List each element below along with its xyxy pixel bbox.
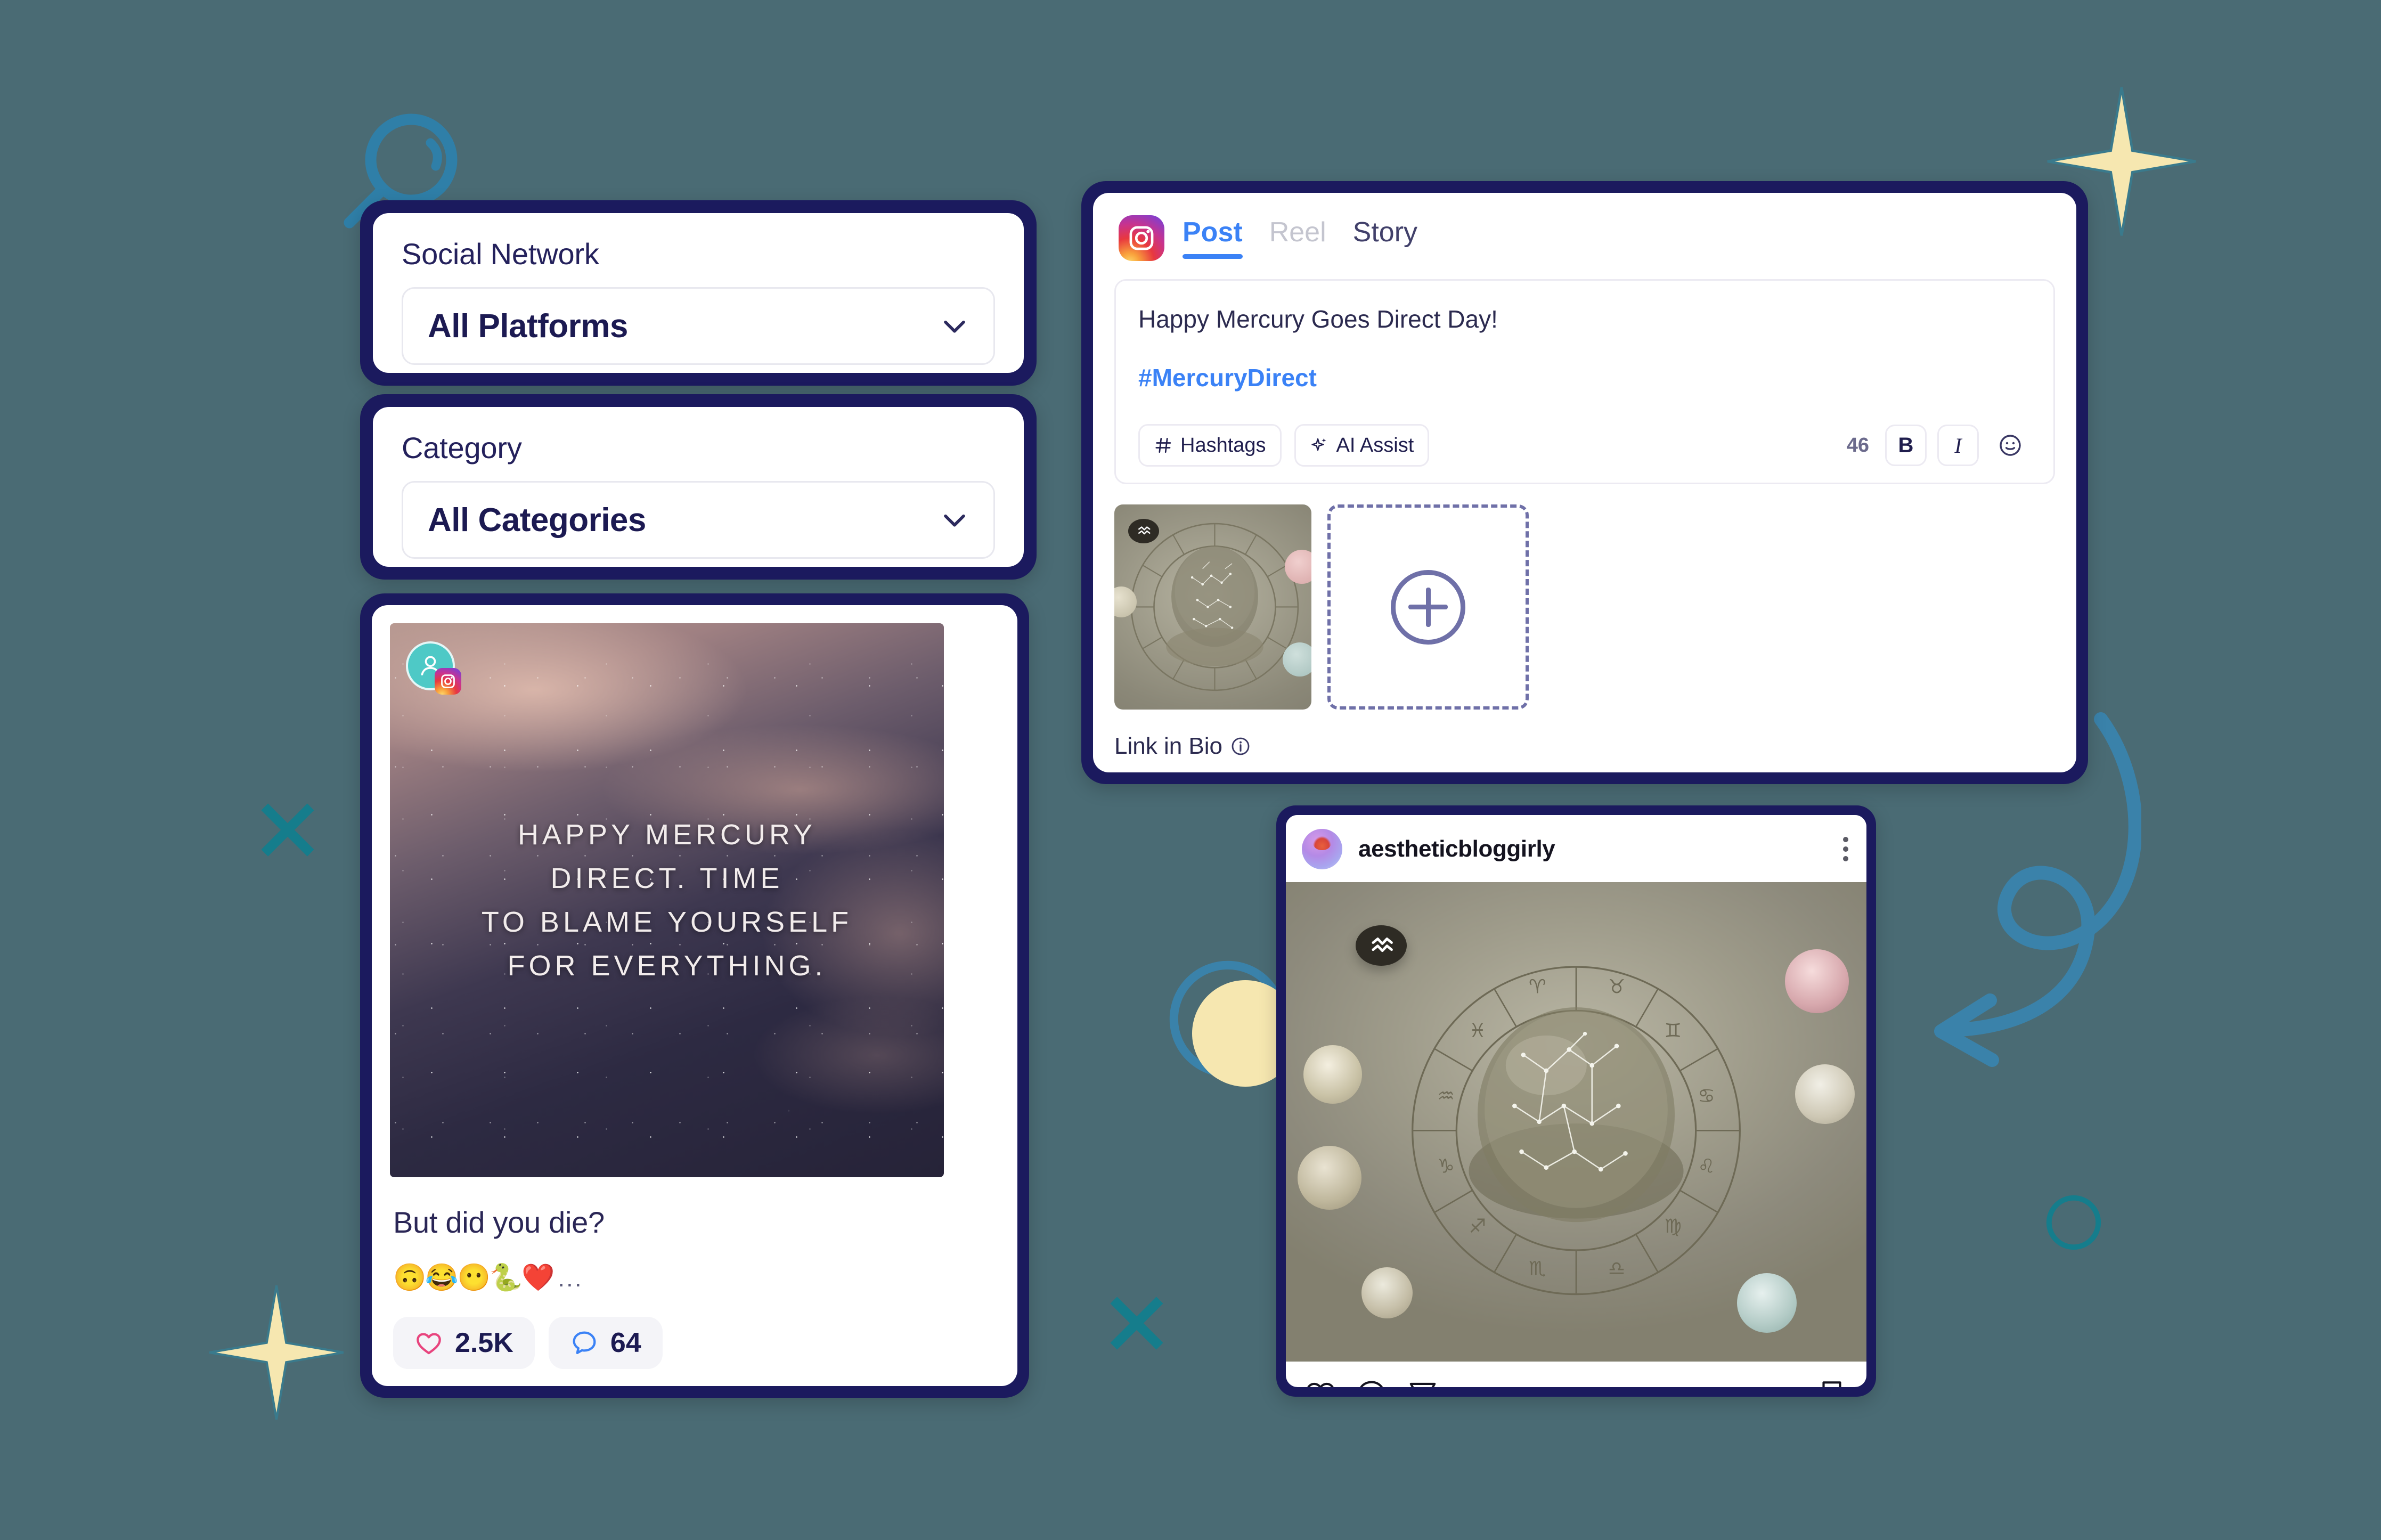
category-value: All Categories xyxy=(428,501,646,539)
x-mark-left xyxy=(261,803,314,857)
comment-bubble-icon xyxy=(573,1331,596,1355)
tab-story[interactable]: Story xyxy=(1353,216,1417,259)
social-network-select[interactable]: All Platforms xyxy=(402,287,995,365)
sparkle-icon xyxy=(1311,438,1326,451)
tab-story-label: Story xyxy=(1352,217,1418,248)
post-preview-image: HAPPY MERCURY DIRECT. TIME TO BLAME YOUR… xyxy=(390,623,944,1177)
social-network-value: All Platforms xyxy=(428,307,628,345)
tab-reel[interactable]: Reel xyxy=(1269,216,1326,259)
candle-decoration xyxy=(1297,1146,1361,1210)
svg-text:♓: ♓ xyxy=(1469,1019,1487,1042)
candle-decoration xyxy=(1303,1045,1362,1104)
post-image-quote: HAPPY MERCURY DIRECT. TIME TO BLAME YOUR… xyxy=(481,818,853,982)
editor-toolbar: Hashtags AI Assist 46 B I xyxy=(1138,392,2031,467)
aquarius-glyph-icon xyxy=(1138,526,1151,535)
character-count: 46 xyxy=(1846,434,1869,457)
kebab-menu-icon[interactable] xyxy=(1843,837,1848,861)
svg-text:♉: ♉ xyxy=(1608,975,1626,998)
info-icon[interactable] xyxy=(1230,736,1251,757)
chevron-down-icon xyxy=(944,320,965,333)
svg-text:♐: ♐ xyxy=(1469,1215,1487,1237)
svg-text:♏: ♏ xyxy=(1529,1257,1546,1280)
svg-text:♈: ♈ xyxy=(1529,975,1546,998)
svg-text:♑: ♑ xyxy=(1437,1155,1455,1178)
comment-count-pill[interactable]: 64 xyxy=(548,1317,663,1369)
bold-button-label: B xyxy=(1898,433,1914,457)
category-select[interactable]: All Categories xyxy=(402,481,995,559)
instagram-badge-icon xyxy=(435,668,461,695)
instagram-post-actions xyxy=(1286,1362,1866,1387)
avatar xyxy=(406,641,461,695)
svg-text:♒: ♒ xyxy=(1437,1084,1455,1107)
italic-button-label: I xyxy=(1954,433,1962,458)
hash-icon xyxy=(1155,438,1171,453)
plus-circle-icon xyxy=(1391,569,1465,645)
instagram-username: aestheticbloggirly xyxy=(1358,836,1555,862)
post-composer-panel: Post Reel Story Happy Mercury Goes Direc… xyxy=(1081,181,2088,784)
svg-text:♌: ♌ xyxy=(1698,1155,1715,1178)
add-media-button[interactable] xyxy=(1327,504,1529,710)
social-network-filter-card: Social Network All Platforms xyxy=(360,200,1037,386)
svg-text:♎: ♎ xyxy=(1608,1257,1626,1280)
page-root: Social Network All Platforms Category Al… xyxy=(0,0,2381,1540)
hashtags-button[interactable]: Hashtags xyxy=(1138,424,1282,467)
bold-button[interactable]: B xyxy=(1885,425,1927,466)
post-preview-card: HAPPY MERCURY DIRECT. TIME TO BLAME YOUR… xyxy=(360,593,1029,1398)
reaction-emojis: 🙃😂😶🐍❤️ xyxy=(393,1262,555,1292)
blue-ring xyxy=(1169,960,1286,1078)
hashtags-button-label: Hashtags xyxy=(1180,434,1266,457)
like-count-pill[interactable]: 2.5K xyxy=(393,1317,535,1369)
category-filter-card: Category All Categories xyxy=(360,394,1037,580)
candle-decoration xyxy=(1795,1064,1855,1124)
candle-decoration xyxy=(1737,1273,1797,1333)
comment-count: 64 xyxy=(610,1327,641,1358)
composer-media-row xyxy=(1114,504,2055,710)
sparkle-star-bottom-left xyxy=(209,1285,344,1420)
caption-editor[interactable]: Happy Mercury Goes Direct Day! #MercuryD… xyxy=(1114,279,2055,484)
caption-hashtag: #MercuryDirect xyxy=(1138,364,1317,392)
like-count: 2.5K xyxy=(455,1327,513,1358)
tab-post-label: Post xyxy=(1183,217,1243,248)
emoji-button[interactable] xyxy=(1989,425,2031,466)
link-in-bio-label-row: Link in Bio xyxy=(1114,733,2055,760)
heart-icon xyxy=(417,1333,441,1355)
post-preview-stats: 2.5K 64 xyxy=(393,1317,996,1369)
italic-button[interactable]: I xyxy=(1937,425,1979,466)
ai-assist-button[interactable]: AI Assist xyxy=(1294,424,1430,467)
svg-text:♋: ♋ xyxy=(1698,1084,1715,1107)
svg-text:♍: ♍ xyxy=(1664,1215,1682,1237)
bookmark-outline-icon[interactable] xyxy=(1815,1378,1848,1387)
instagram-logo-icon xyxy=(1119,215,1164,261)
media-thumbnail[interactable] xyxy=(1114,504,1311,710)
candle-decoration xyxy=(1785,949,1849,1013)
comment-outline-icon[interactable] xyxy=(1355,1378,1388,1387)
composer-header: Post Reel Story xyxy=(1114,211,2055,261)
ai-assist-button-label: AI Assist xyxy=(1336,434,1414,457)
post-preview-reactions: 🙃😂😶🐍❤️ ... xyxy=(393,1262,996,1293)
svg-text:♊: ♊ xyxy=(1664,1019,1682,1042)
post-preview-caption: But did you die? xyxy=(393,1205,605,1239)
caption-text: Happy Mercury Goes Direct Day! xyxy=(1138,305,1498,333)
smiley-icon xyxy=(2000,435,2021,456)
heart-outline-icon[interactable] xyxy=(1304,1378,1337,1387)
chevron-down-icon xyxy=(944,514,965,527)
tab-post[interactable]: Post xyxy=(1183,216,1243,259)
instagram-post-header: aestheticbloggirly xyxy=(1286,815,1866,882)
paper-plane-icon[interactable] xyxy=(1406,1378,1439,1387)
instagram-post-photo: ♉ ♊ ♋ ♌ ♍ ♎ ♏ ♐ ♑ ♒ ♓ ♈ xyxy=(1286,882,1866,1362)
teal-circle-outline xyxy=(2046,1195,2101,1250)
link-in-bio-label: Link in Bio xyxy=(1114,733,1223,759)
x-mark-bottom xyxy=(1110,1297,1163,1350)
reaction-overflow: ... xyxy=(558,1264,583,1292)
profile-avatar-icon xyxy=(1302,829,1342,869)
aquarius-glyph-icon xyxy=(1372,938,1393,952)
social-network-label: Social Network xyxy=(402,237,599,271)
category-label: Category xyxy=(402,431,522,465)
candle-decoration xyxy=(1361,1267,1413,1318)
tab-reel-label: Reel xyxy=(1269,217,1326,248)
instagram-preview-card: aestheticbloggirly ♉ ♊ ♋ ♌ ♍ ♎ ♏ ♐ ♑ ♒ ♓… xyxy=(1276,805,1876,1397)
composer-tabs: Post Reel Story xyxy=(1183,216,1417,261)
